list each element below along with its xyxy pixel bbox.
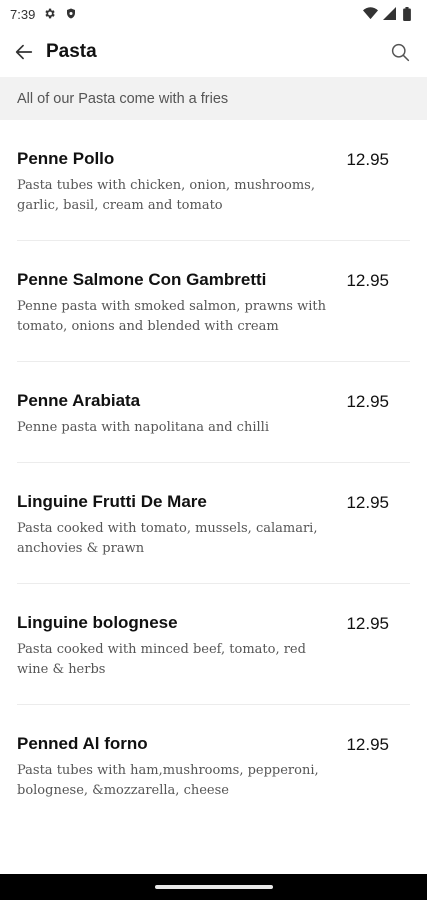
menu-item-price: 12.95 <box>346 271 389 290</box>
status-left: 7:39 <box>10 7 79 22</box>
search-button[interactable] <box>385 37 415 67</box>
menu-item-linguine-bolognese[interactable]: Linguine bolognese 12.95 Pasta cooked wi… <box>17 584 410 705</box>
menu-item-penne-arabiata[interactable]: Penne Arabiata 12.95 Penne pasta with na… <box>17 362 410 463</box>
menu-item-description: Pasta tubes with chicken, onion, mushroo… <box>17 178 315 213</box>
menu-item-name: Penne Salmone Con Gambretti <box>17 270 267 289</box>
arrow-left-icon <box>15 44 33 60</box>
banner-text: All of our Pasta come with a fries <box>17 90 229 107</box>
info-banner: All of our Pasta come with a fries <box>0 77 427 120</box>
menu-item-name: Penne Pollo <box>17 149 115 168</box>
menu-item-name: Penne Arabiata <box>17 391 141 410</box>
search-icon <box>391 43 409 61</box>
status-right <box>363 7 417 21</box>
menu-item-penne-pollo[interactable]: Penne Pollo 12.95 Pasta tubes with chick… <box>17 120 410 241</box>
menu-item-name: Linguine bolognese <box>17 613 178 632</box>
app-bar: Pasta <box>0 28 427 76</box>
status-time: 7:39 <box>10 6 36 22</box>
battery-icon <box>403 7 417 21</box>
menu-list: Penne Pollo 12.95 Pasta tubes with chick… <box>0 120 427 826</box>
status-bar: 7:39 <box>0 0 427 28</box>
navigation-bar <box>0 874 427 900</box>
menu-item-name: Penned Al forno <box>17 734 148 753</box>
menu-item-price: 12.95 <box>346 614 389 633</box>
menu-item-price: 12.95 <box>346 735 389 754</box>
menu-item-description: Penne pasta with smoked salmon, prawns w… <box>17 299 326 334</box>
shield-icon <box>65 7 79 21</box>
menu-item-description: Pasta cooked with minced beef, tomato, r… <box>17 642 306 677</box>
home-gesture-handle[interactable] <box>155 885 273 889</box>
menu-item-penne-salmone[interactable]: Penne Salmone Con Gambretti 12.95 Penne … <box>17 241 410 362</box>
wifi-icon <box>363 7 378 21</box>
menu-item-linguine-frutti[interactable]: Linguine Frutti De Mare 12.95 Pasta cook… <box>17 463 410 584</box>
menu-item-description: Penne pasta with napolitana and chilli <box>17 420 269 435</box>
menu-item-price: 12.95 <box>346 392 389 411</box>
menu-item-description: Pasta tubes with ham,mushrooms, pepperon… <box>17 763 319 798</box>
menu-item-price: 12.95 <box>346 150 389 169</box>
page-title: Pasta <box>46 41 97 62</box>
back-button[interactable] <box>10 38 38 66</box>
gear-icon <box>43 7 57 21</box>
menu-item-description: Pasta cooked with tomato, mussels, calam… <box>17 521 318 556</box>
menu-item-price: 12.95 <box>346 493 389 512</box>
signal-icon <box>383 7 397 21</box>
menu-item-penned-al-forno[interactable]: Penned Al forno 12.95 Pasta tubes with h… <box>17 705 410 826</box>
menu-item-name: Linguine Frutti De Mare <box>17 492 207 511</box>
